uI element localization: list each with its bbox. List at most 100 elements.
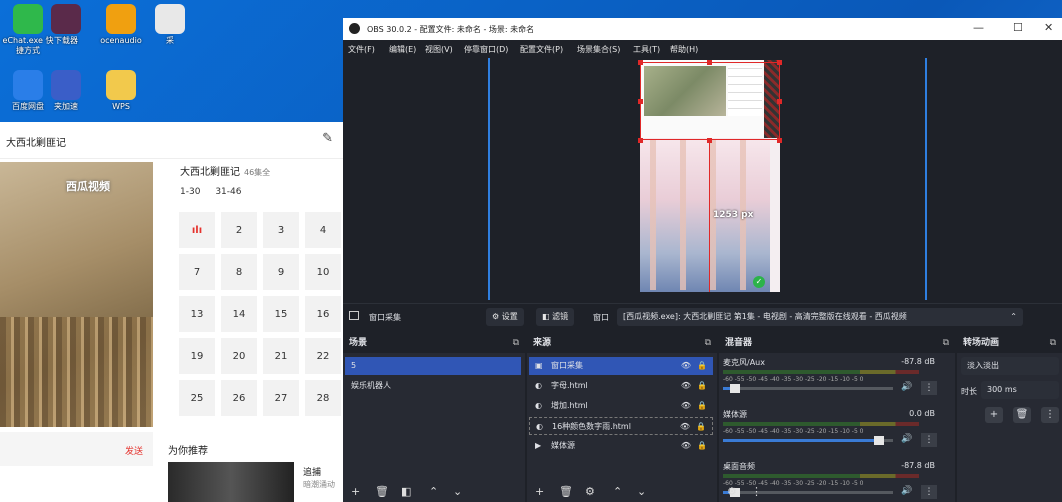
- menu-item[interactable]: 配置文件(P): [520, 44, 563, 55]
- comment-box[interactable]: 发送: [0, 432, 153, 466]
- eye-icon[interactable]: 👁: [680, 418, 690, 436]
- transition-more-button[interactable]: ⋮: [1041, 407, 1059, 423]
- episode-button[interactable]: 27: [263, 380, 299, 416]
- resize-handle-r[interactable]: [777, 99, 782, 104]
- minimize-icon[interactable]: —: [973, 21, 984, 34]
- channel-more-button[interactable]: ⋮: [921, 433, 937, 447]
- episode-button[interactable]: 21: [263, 338, 299, 374]
- add-transition-button[interactable]: +: [985, 407, 1003, 423]
- move-up-icon[interactable]: ⌃: [613, 485, 622, 498]
- selection-box[interactable]: [640, 62, 780, 140]
- source-item[interactable]: ▣ 窗口采集 👁 🔒: [529, 357, 713, 375]
- trash-icon[interactable]: 🗑: [559, 485, 573, 498]
- episode-button[interactable]: 7: [179, 254, 215, 290]
- source-item[interactable]: ◐ 字母.html 👁 🔒: [529, 377, 713, 395]
- resize-handle-t[interactable]: [707, 60, 712, 65]
- episode-button[interactable]: 2: [221, 212, 257, 248]
- menu-item[interactable]: 场景集合(S): [577, 44, 620, 55]
- desktop-icon[interactable]: 下载器: [38, 4, 94, 46]
- episode-button[interactable]: 20: [221, 338, 257, 374]
- range-tab-2[interactable]: 31-46: [215, 187, 241, 197]
- source-settings-button[interactable]: ⚙ 设置: [486, 308, 524, 326]
- source-properties-icon[interactable]: ⚙: [585, 485, 595, 498]
- episode-button[interactable]: 13: [179, 296, 215, 332]
- resize-handle-tl[interactable]: [638, 60, 643, 65]
- channel-more-button[interactable]: ⋮: [921, 381, 937, 395]
- resize-handle-bl[interactable]: [638, 138, 643, 143]
- send-button[interactable]: 发送: [125, 444, 143, 457]
- episode-button[interactable]: 8: [221, 254, 257, 290]
- move-down-icon[interactable]: ⌄: [453, 485, 462, 498]
- window-select[interactable]: [西瓜视频.exe]: 大西北剿匪记 第1集 - 电视剧 - 高清完整版在线观看…: [617, 308, 1023, 326]
- episode-button[interactable]: 22: [305, 338, 341, 374]
- remove-transition-button[interactable]: 🗑: [1013, 407, 1031, 423]
- resize-handle-tr[interactable]: [777, 60, 782, 65]
- source-item[interactable]: ◐ 增加.html 👁 🔒: [529, 397, 713, 415]
- episode-button[interactable]: 26: [221, 380, 257, 416]
- episode-button[interactable]: 9: [263, 254, 299, 290]
- desktop-icon[interactable]: WPS: [93, 70, 149, 112]
- preview-canvas[interactable]: 1253 px ✓: [343, 58, 1062, 300]
- volume-knob[interactable]: [729, 384, 740, 393]
- scene-item[interactable]: 娱乐机器人: [345, 377, 521, 395]
- menu-item[interactable]: 文件(F): [348, 44, 375, 55]
- source-item[interactable]: ▶ 媒体源 👁 🔒: [529, 437, 713, 455]
- undock-icon[interactable]: ⧉: [943, 333, 949, 353]
- undock-icon[interactable]: ⧉: [705, 333, 711, 353]
- volume-knob[interactable]: [874, 436, 885, 445]
- duration-input[interactable]: 300 ms: [981, 381, 1059, 399]
- episode-button[interactable]: 4: [305, 212, 341, 248]
- desktop-icon[interactable]: 夹加速: [38, 70, 94, 112]
- recommend-thumbnail[interactable]: [168, 462, 294, 502]
- source-filters-button[interactable]: ◧ 滤镜: [536, 308, 575, 326]
- resize-handle-br[interactable]: [777, 138, 782, 143]
- episode-button[interactable]: 19: [179, 338, 215, 374]
- video-player[interactable]: 西瓜视频: [0, 162, 153, 427]
- source-item[interactable]: ◐ 16种颜色数字雨.html 👁 🔒: [529, 417, 713, 435]
- resize-handle-l[interactable]: [638, 99, 643, 104]
- range-tab-1[interactable]: 1-30: [180, 187, 200, 197]
- episode-button[interactable]: 28: [305, 380, 341, 416]
- move-up-icon[interactable]: ⌃: [429, 485, 438, 498]
- volume-slider[interactable]: [723, 436, 893, 445]
- scene-filter-icon[interactable]: ◧: [401, 485, 411, 498]
- add-icon[interactable]: +: [351, 485, 360, 498]
- speaker-icon[interactable]: 🔊: [901, 486, 912, 496]
- episode-button[interactable]: 15: [263, 296, 299, 332]
- eye-icon[interactable]: 👁: [681, 437, 691, 455]
- lock-icon[interactable]: 🔒: [697, 377, 707, 395]
- volume-slider[interactable]: [723, 384, 893, 393]
- scene-item[interactable]: 5: [345, 357, 521, 375]
- menu-item[interactable]: 工具(T): [633, 44, 660, 55]
- menu-item[interactable]: 停靠窗口(D): [464, 44, 508, 55]
- menu-item[interactable]: 视图(V): [425, 44, 453, 55]
- episode-button[interactable]: 25: [179, 380, 215, 416]
- volume-slider[interactable]: [723, 488, 893, 497]
- episode-button[interactable]: 3: [263, 212, 299, 248]
- episode-playing[interactable]: ılı: [179, 212, 215, 248]
- trash-icon[interactable]: 🗑: [375, 485, 389, 498]
- gear-icon[interactable]: ⚙: [727, 485, 737, 498]
- move-down-icon[interactable]: ⌄: [637, 485, 646, 498]
- more-icon[interactable]: ⋮: [751, 485, 762, 498]
- lock-icon[interactable]: 🔒: [697, 437, 707, 455]
- lock-icon[interactable]: 🔒: [697, 357, 707, 375]
- recommend-title[interactable]: 追捕: [303, 465, 321, 478]
- undock-icon[interactable]: ⧉: [513, 333, 519, 353]
- desktop-icon[interactable]: 采: [142, 4, 198, 46]
- episode-button[interactable]: 14: [221, 296, 257, 332]
- speaker-icon[interactable]: 🔊: [901, 434, 912, 444]
- eye-icon[interactable]: 👁: [681, 357, 691, 375]
- channel-more-button[interactable]: ⋮: [921, 485, 937, 499]
- desktop-icon[interactable]: ocenaudio: [93, 4, 149, 46]
- episode-button[interactable]: 16: [305, 296, 341, 332]
- eye-icon[interactable]: 👁: [681, 377, 691, 395]
- menu-item[interactable]: 编辑(E): [389, 44, 416, 55]
- add-icon[interactable]: +: [535, 485, 544, 498]
- lock-icon[interactable]: 🔒: [696, 418, 706, 436]
- lock-icon[interactable]: 🔒: [697, 397, 707, 415]
- episode-button[interactable]: 10: [305, 254, 341, 290]
- eye-icon[interactable]: 👁: [681, 397, 691, 415]
- transition-select[interactable]: 淡入淡出: [961, 357, 1059, 375]
- menu-item[interactable]: 帮助(H): [670, 44, 698, 55]
